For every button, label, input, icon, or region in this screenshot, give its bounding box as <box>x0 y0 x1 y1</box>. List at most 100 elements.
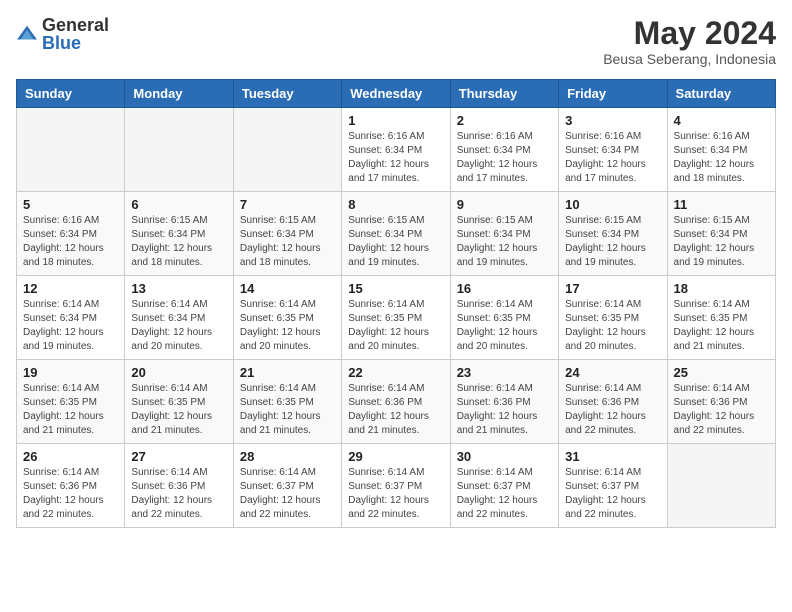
calendar-cell: 5Sunrise: 6:16 AM Sunset: 6:34 PM Daylig… <box>17 192 125 276</box>
day-info: Sunrise: 6:15 AM Sunset: 6:34 PM Dayligh… <box>565 214 660 270</box>
day-number: 10 <box>565 197 660 212</box>
day-info: Sunrise: 6:14 AM Sunset: 6:36 PM Dayligh… <box>457 382 552 438</box>
day-info: Sunrise: 6:14 AM Sunset: 6:37 PM Dayligh… <box>565 466 660 522</box>
calendar-cell: 6 Sunrise: 6:15 AM Sunset: 6:34 PM Daylig… <box>125 192 233 276</box>
calendar-cell <box>125 108 233 192</box>
day-info: Sunrise: 6:14 AM Sunset: 6:34 PM Dayligh… <box>131 298 226 354</box>
day-info: Sunrise: 6:14 AM Sunset: 6:37 PM Dayligh… <box>457 466 552 522</box>
day-info: Sunrise: 6:14 AM Sunset: 6:35 PM Dayligh… <box>240 298 335 354</box>
calendar-cell: 3 Sunrise: 6:16 AM Sunset: 6:34 PM Daylig… <box>559 108 667 192</box>
day-info: Sunrise: 6:14 AM Sunset: 6:35 PM Dayligh… <box>348 298 443 354</box>
calendar-cell: 25 Sunrise: 6:14 AM Sunset: 6:36 PM Dayli… <box>667 360 775 444</box>
day-number: 14 <box>240 281 335 296</box>
calendar-cell: 24 Sunrise: 6:14 AM Sunset: 6:36 PM Dayli… <box>559 360 667 444</box>
calendar-cell: 27Sunrise: 6:14 AM Sunset: 6:36 PM Dayli… <box>125 444 233 528</box>
day-number: 30 <box>457 449 552 464</box>
day-info: Sunrise: 6:15 AM Sunset: 6:34 PM Dayligh… <box>131 214 226 270</box>
logo-text-blue: Blue <box>42 34 109 52</box>
day-info: Sunrise: 6:15 AM Sunset: 6:34 PM Dayligh… <box>457 214 552 270</box>
day-number: 9 <box>457 197 552 212</box>
calendar-table: SundayMondayTuesdayWednesdayThursdayFrid… <box>16 79 776 528</box>
calendar-cell: 17 Sunrise: 6:14 AM Sunset: 6:35 PM Dayli… <box>559 276 667 360</box>
calendar-cell: 15Sunrise: 6:14 AM Sunset: 6:35 PM Dayli… <box>342 276 450 360</box>
day-number: 19 <box>23 365 118 380</box>
calendar-cell: 16 Sunrise: 6:14 AM Sunset: 6:35 PM Dayli… <box>450 276 558 360</box>
day-number: 22 <box>348 365 443 380</box>
day-number: 6 <box>131 197 226 212</box>
day-number: 2 <box>457 113 552 128</box>
day-number: 11 <box>674 197 769 212</box>
day-info: Sunrise: 6:15 AM Sunset: 6:34 PM Dayligh… <box>348 214 443 270</box>
day-number: 28 <box>240 449 335 464</box>
calendar-week-1: 1 Sunrise: 6:16 AM Sunset: 6:34 PM Daylig… <box>17 108 776 192</box>
day-info: Sunrise: 6:14 AM Sunset: 6:36 PM Dayligh… <box>674 382 769 438</box>
calendar-week-3: 12 Sunrise: 6:14 AM Sunset: 6:34 PM Dayli… <box>17 276 776 360</box>
day-number: 5 <box>23 197 118 212</box>
calendar-cell <box>17 108 125 192</box>
header-day-friday: Friday <box>559 80 667 108</box>
day-number: 1 <box>348 113 443 128</box>
calendar-cell: 8 Sunrise: 6:15 AM Sunset: 6:34 PM Daylig… <box>342 192 450 276</box>
calendar-cell: 1Sunrise: 6:16 AM Sunset: 6:34 PM Daylig… <box>342 108 450 192</box>
day-number: 18 <box>674 281 769 296</box>
calendar-cell: 11Sunrise: 6:15 AM Sunset: 6:34 PM Dayli… <box>667 192 775 276</box>
day-info: Sunrise: 6:14 AM Sunset: 6:34 PM Dayligh… <box>23 298 118 354</box>
day-info: Sunrise: 6:14 AM Sunset: 6:37 PM Dayligh… <box>240 466 335 522</box>
day-info: Sunrise: 6:14 AM Sunset: 6:36 PM Dayligh… <box>565 382 660 438</box>
day-info: Sunrise: 6:14 AM Sunset: 6:35 PM Dayligh… <box>674 298 769 354</box>
calendar-header: SundayMondayTuesdayWednesdayThursdayFrid… <box>17 80 776 108</box>
day-info: Sunrise: 6:14 AM Sunset: 6:36 PM Dayligh… <box>23 466 118 522</box>
day-info: Sunrise: 6:14 AM Sunset: 6:35 PM Dayligh… <box>457 298 552 354</box>
header-day-sunday: Sunday <box>17 80 125 108</box>
logo: General Blue <box>16 16 109 52</box>
calendar-cell: 30 Sunrise: 6:14 AM Sunset: 6:37 PM Dayli… <box>450 444 558 528</box>
day-info: Sunrise: 6:14 AM Sunset: 6:35 PM Dayligh… <box>23 382 118 438</box>
page-header: General Blue May 2024 Beusa Seberang, In… <box>16 16 776 67</box>
day-number: 13 <box>131 281 226 296</box>
day-number: 27 <box>131 449 226 464</box>
calendar-cell: 13 Sunrise: 6:14 AM Sunset: 6:34 PM Dayli… <box>125 276 233 360</box>
day-number: 8 <box>348 197 443 212</box>
calendar-cell <box>667 444 775 528</box>
day-number: 7 <box>240 197 335 212</box>
calendar-cell: 20Sunrise: 6:14 AM Sunset: 6:35 PM Dayli… <box>125 360 233 444</box>
calendar-cell: 23Sunrise: 6:14 AM Sunset: 6:36 PM Dayli… <box>450 360 558 444</box>
day-info: Sunrise: 6:14 AM Sunset: 6:36 PM Dayligh… <box>348 382 443 438</box>
header-day-monday: Monday <box>125 80 233 108</box>
calendar-subtitle: Beusa Seberang, Indonesia <box>603 51 776 67</box>
logo-text-general: General <box>42 16 109 34</box>
day-number: 17 <box>565 281 660 296</box>
day-info: Sunrise: 6:16 AM Sunset: 6:34 PM Dayligh… <box>457 130 552 186</box>
day-number: 3 <box>565 113 660 128</box>
day-info: Sunrise: 6:16 AM Sunset: 6:34 PM Dayligh… <box>565 130 660 186</box>
header-day-wednesday: Wednesday <box>342 80 450 108</box>
title-block: May 2024 Beusa Seberang, Indonesia <box>603 16 776 67</box>
calendar-cell: 22 Sunrise: 6:14 AM Sunset: 6:36 PM Dayli… <box>342 360 450 444</box>
calendar-title: May 2024 <box>603 16 776 51</box>
calendar-body: 1 Sunrise: 6:16 AM Sunset: 6:34 PM Daylig… <box>17 108 776 528</box>
day-number: 16 <box>457 281 552 296</box>
calendar-cell: 2 Sunrise: 6:16 AM Sunset: 6:34 PM Daylig… <box>450 108 558 192</box>
calendar-cell: 29Sunrise: 6:14 AM Sunset: 6:37 PM Dayli… <box>342 444 450 528</box>
calendar-week-2: 5Sunrise: 6:16 AM Sunset: 6:34 PM Daylig… <box>17 192 776 276</box>
day-info: Sunrise: 6:14 AM Sunset: 6:35 PM Dayligh… <box>565 298 660 354</box>
day-number: 29 <box>348 449 443 464</box>
calendar-week-5: 26Sunrise: 6:14 AM Sunset: 6:36 PM Dayli… <box>17 444 776 528</box>
calendar-cell: 9 Sunrise: 6:15 AM Sunset: 6:34 PM Daylig… <box>450 192 558 276</box>
day-number: 4 <box>674 113 769 128</box>
calendar-cell: 21Sunrise: 6:14 AM Sunset: 6:35 PM Dayli… <box>233 360 341 444</box>
header-day-saturday: Saturday <box>667 80 775 108</box>
day-number: 24 <box>565 365 660 380</box>
header-day-tuesday: Tuesday <box>233 80 341 108</box>
day-number: 25 <box>674 365 769 380</box>
day-number: 20 <box>131 365 226 380</box>
header-day-thursday: Thursday <box>450 80 558 108</box>
calendar-cell: 28 Sunrise: 6:14 AM Sunset: 6:37 PM Dayli… <box>233 444 341 528</box>
calendar-cell: 4Sunrise: 6:16 AM Sunset: 6:34 PM Daylig… <box>667 108 775 192</box>
day-number: 12 <box>23 281 118 296</box>
header-row: SundayMondayTuesdayWednesdayThursdayFrid… <box>17 80 776 108</box>
day-info: Sunrise: 6:15 AM Sunset: 6:34 PM Dayligh… <box>240 214 335 270</box>
calendar-cell: 18 Sunrise: 6:14 AM Sunset: 6:35 PM Dayli… <box>667 276 775 360</box>
logo-icon <box>16 23 38 45</box>
calendar-cell: 19 Sunrise: 6:14 AM Sunset: 6:35 PM Dayli… <box>17 360 125 444</box>
